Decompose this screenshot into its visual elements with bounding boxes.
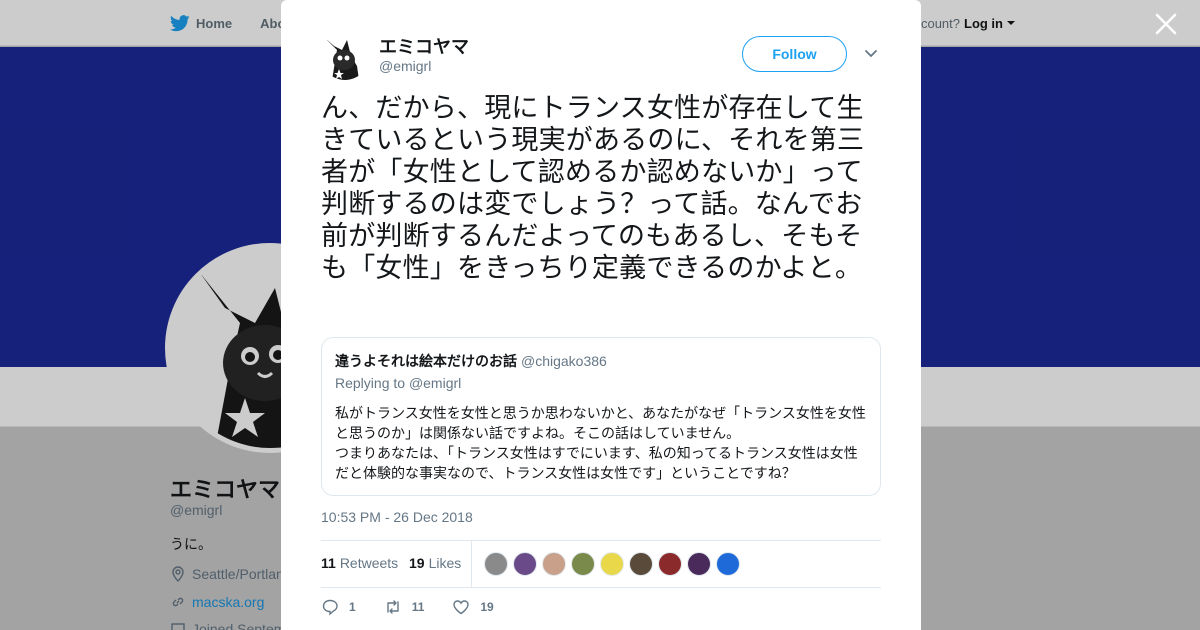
tweet-timestamp[interactable]: 10:53 PM - 26 Dec 2018 [321,509,473,525]
tweet-author-handle[interactable]: @emigrl [379,58,431,74]
retweet-action[interactable]: 11 [384,598,425,616]
tweet-author-name[interactable]: エミコヤマ [379,33,469,59]
quoted-author: 違うよそれは絵本だけのお話 @chigako386 [335,351,607,371]
quoted-author-handle: @chigako386 [521,353,607,369]
retweet-icon [386,600,399,614]
quoted-author-name: 違うよそれは絵本だけのお話 [335,353,517,369]
replying-prefix: Replying to [335,375,406,391]
follow-button[interactable]: Follow [742,36,847,72]
replying-to-handle[interactable]: @emigrl [409,375,461,391]
tweet-modal: エミコヤマ @emigrl Follow ん、だから、現にトランス女性が存在して… [281,0,921,630]
liker-avatars [484,552,740,576]
tweet-text: ん、だから、現にトランス女性が存在して生きているという現実があるのに、それを第三… [321,93,865,283]
retweets-label: Retweets [339,555,399,571]
likes-label: Likes [428,555,462,571]
retweets-count: 11 [321,555,336,571]
retweets-stat[interactable]: 11 Retweets [321,555,398,571]
retweet-count: 11 [411,600,425,614]
liker-avatar[interactable] [571,552,595,576]
close-icon[interactable] [1154,12,1178,36]
likes-stat[interactable]: 19 Likes [409,555,461,571]
liker-avatar[interactable] [687,552,711,576]
liker-avatar[interactable] [658,552,682,576]
reply-action[interactable]: 1 [321,598,356,616]
chevron-down-icon[interactable] [863,46,879,62]
liker-avatar[interactable] [600,552,624,576]
tweet-stats: 11 Retweets 19 Likes [321,540,881,588]
liker-avatar[interactable] [542,552,566,576]
reply-icon [322,599,338,616]
like-count: 19 [480,600,494,614]
likes-count: 19 [409,555,425,571]
tweet-actions: 1 11 19 [321,598,522,616]
replying-to: Replying to @emigrl [335,375,461,391]
liker-avatar[interactable] [484,552,508,576]
like-action[interactable]: 19 [452,598,494,616]
reply-count: 1 [349,600,356,614]
quoted-text-line-2: つまりあなたは、「トランス女性はすでにいます、私の知ってるトランス女性は女性だと… [335,445,858,481]
quoted-tweet[interactable]: 違うよそれは絵本だけのお話 @chigako386 Replying to @em… [321,337,881,496]
tweet-author-avatar[interactable] [321,32,369,80]
chihuahua-avatar-small [325,38,359,80]
liker-avatar[interactable] [629,552,653,576]
quoted-tweet-text: 私がトランス女性を女性と思うか思わないかと、あなたがなぜ「トランス女性を女性と思… [335,403,871,483]
liker-avatar[interactable] [716,552,740,576]
liker-avatar[interactable] [513,552,537,576]
heart-icon [453,600,470,615]
quoted-text-line-1: 私がトランス女性を女性と思うか思わないかと、あなたがなぜ「トランス女性を女性と思… [335,405,866,441]
stats-divider [471,541,472,587]
